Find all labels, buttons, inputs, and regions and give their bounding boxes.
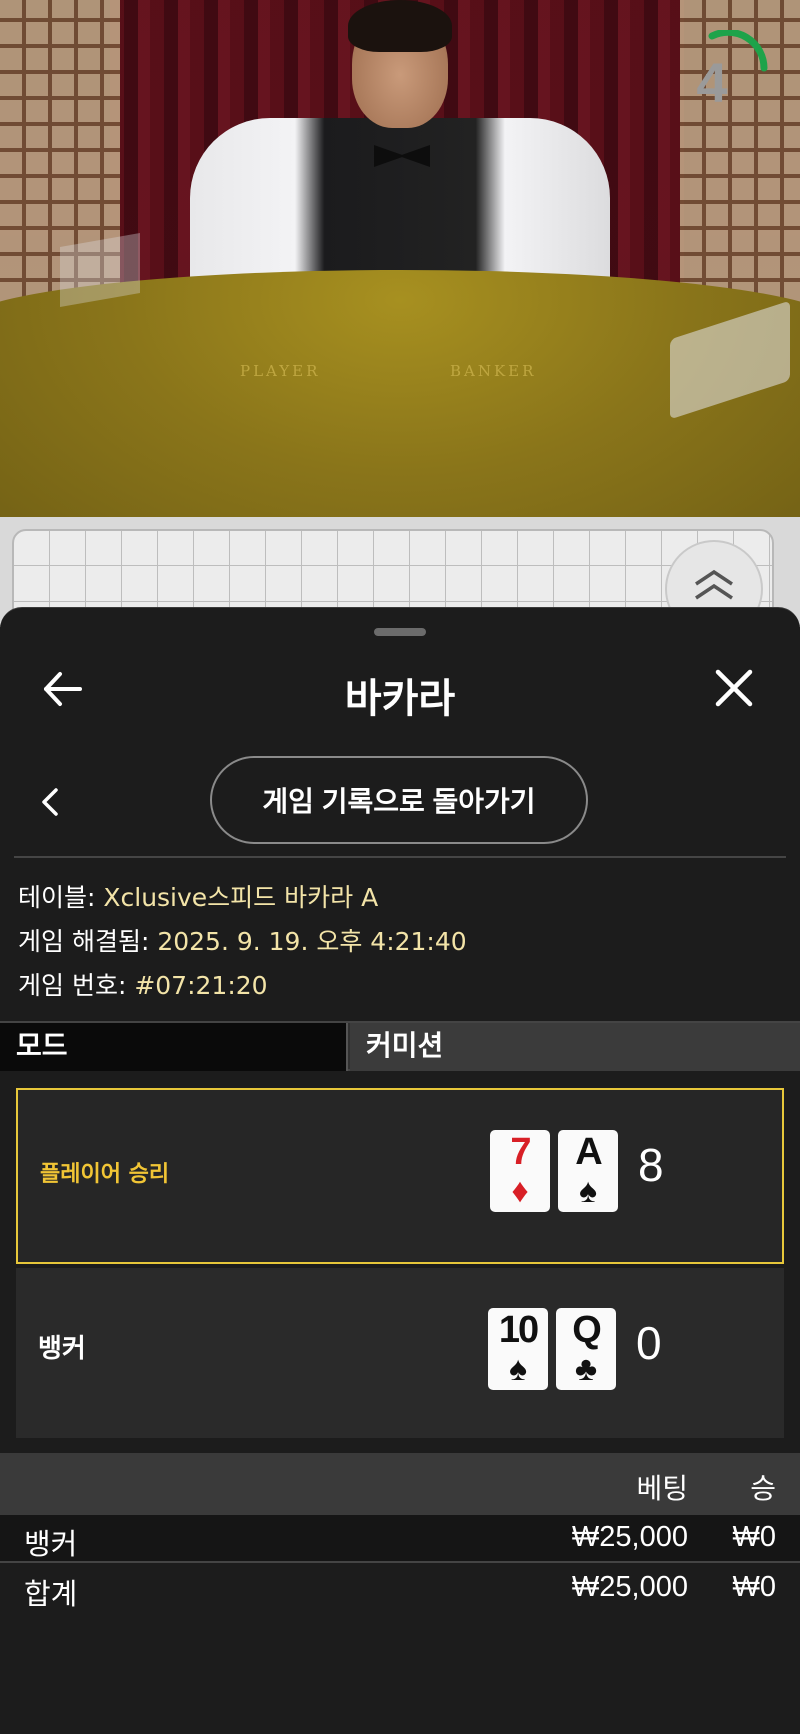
playing-card: A ♠ — [558, 1130, 618, 1212]
info-table-label: 테이블: — [18, 883, 104, 912]
spade-suit-icon: ♠ — [508, 1350, 528, 1388]
playing-card: Q ♣ — [556, 1308, 616, 1390]
column-header-win: 승 — [750, 1472, 776, 1505]
player-score: 8 — [638, 1139, 664, 1191]
tab-commission[interactable]: 커미션 — [350, 1023, 800, 1071]
bet-name: 합계 — [24, 1577, 78, 1611]
bet-name: 뱅커 — [24, 1527, 78, 1561]
playing-card: 10 ♠ — [488, 1308, 548, 1390]
card-rank: 7 — [510, 1131, 531, 1173]
info-table-value: Xclusive스피드 바카라 A — [103, 883, 379, 912]
card-rank: 10 — [498, 1309, 539, 1351]
playing-card: 7 ♦ — [490, 1130, 550, 1212]
table-row-total: 합계 ₩25,000 ₩0 — [0, 1565, 800, 1613]
banker-cards: 10 ♠ Q ♣ — [488, 1308, 616, 1390]
info-game-number: 게임 번호: #07:21:20 — [18, 964, 788, 1008]
club-suit-icon: ♣ — [574, 1350, 598, 1388]
column-header-bet: 베팅 — [636, 1472, 688, 1505]
chevron-left-icon[interactable] — [36, 784, 62, 820]
info-game-number-label: 게임 번호: — [18, 971, 135, 1000]
info-table: 테이블: Xclusive스피드 바카라 A — [18, 876, 788, 920]
card-rank: Q — [572, 1309, 602, 1351]
double-chevron-up-icon — [695, 569, 733, 600]
bet-amount: ₩25,000 — [571, 1571, 688, 1603]
spade-suit-icon: ♠ — [578, 1172, 598, 1210]
diamond-suit-icon: ♦ — [511, 1172, 529, 1210]
live-video: PLAYER BANKER 4 — [0, 0, 800, 517]
divider — [14, 856, 786, 858]
game-info: 테이블: Xclusive스피드 바카라 A 게임 해결됨: 2025. 9. … — [18, 876, 788, 1008]
result-label: 뱅커 — [38, 1334, 86, 1364]
banker-score: 0 — [636, 1317, 662, 1369]
result-label: 플레이어 승리 — [40, 1162, 170, 1187]
sheet-header: 바카라 — [0, 648, 800, 728]
info-resolved-value: 2025. 9. 19. 오후 4:21:40 — [157, 927, 467, 956]
info-game-number-value: #07:21:20 — [134, 971, 268, 1000]
info-resolved-label: 게임 해결됨: — [18, 927, 158, 956]
dealer-hair — [348, 0, 452, 52]
sheet-drag-handle[interactable] — [374, 628, 426, 636]
mode-tabs: 모드 커미션 — [0, 1021, 800, 1071]
game-detail-sheet: 바카라 게임 기록으로 돌아가기 테이블: Xclusive스피드 바카라 A … — [0, 607, 800, 1734]
table-row: 뱅커 ₩25,000 ₩0 — [0, 1515, 800, 1563]
win-amount: ₩0 — [732, 1571, 777, 1603]
bet-amount: ₩25,000 — [571, 1521, 688, 1553]
card-rank: A — [575, 1131, 602, 1173]
page-title: 바카라 — [344, 676, 456, 722]
back-to-history-button[interactable]: 게임 기록으로 돌아가기 — [210, 756, 588, 844]
player-cards: 7 ♦ A ♠ — [490, 1130, 618, 1212]
history-nav-row: 게임 기록으로 돌아가기 — [0, 756, 800, 848]
win-amount: ₩0 — [732, 1521, 777, 1553]
felt-label-banker: BANKER — [450, 362, 537, 380]
countdown-timer: 4 — [696, 51, 728, 114]
player-result: 플레이어 승리 7 ♦ A ♠ 8 — [16, 1088, 784, 1264]
felt-label-player: PLAYER — [240, 362, 321, 380]
bets-table-header: 베팅 승 — [0, 1453, 800, 1515]
banker-result: 뱅커 10 ♠ Q ♣ 0 — [16, 1268, 784, 1438]
tab-mode[interactable]: 모드 — [0, 1023, 348, 1071]
close-icon[interactable] — [714, 668, 754, 708]
info-resolved: 게임 해결됨: 2025. 9. 19. 오후 4:21:40 — [18, 920, 788, 964]
